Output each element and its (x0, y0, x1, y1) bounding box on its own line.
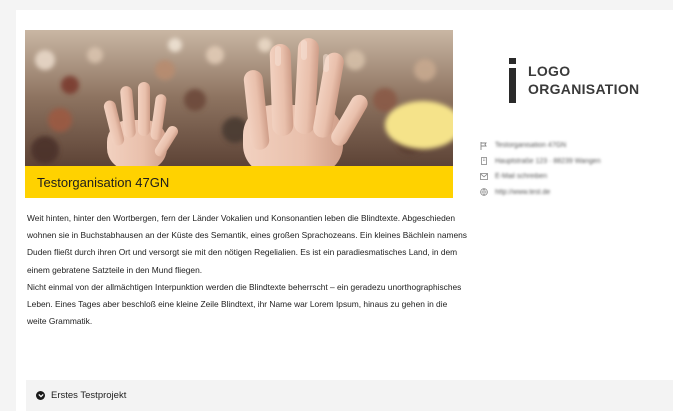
description-paragraph-2: Nicht einmal von der allmächtigen Interp… (27, 281, 462, 327)
project-item[interactable]: Erstes Testprojekt (26, 380, 673, 411)
organization-card: Testorganisation 47GN Weit hinten, hinte… (16, 10, 673, 411)
crowd-hands-photo (25, 30, 453, 166)
globe-icon (479, 188, 488, 197)
contact-item-address: Hauptstraße 123 · 88239 Wangen (479, 154, 601, 170)
envelope-icon (479, 172, 488, 181)
logo-mark-dot (509, 58, 516, 64)
organization-logo: LOGO ORGANISATION (509, 58, 669, 108)
contact-email-link[interactable]: E-Mail schreiben (495, 173, 547, 180)
organization-description: Weit hinten, hinter den Wortbergen, fern… (27, 210, 467, 330)
logo-line-2: ORGANISATION (528, 81, 640, 97)
contact-item-name: Testorganisation 47GN (479, 138, 601, 154)
project-label[interactable]: Erstes Testprojekt (51, 390, 126, 401)
chevron-circle-icon (36, 391, 45, 400)
logo-text: LOGO ORGANISATION (528, 62, 639, 98)
hero-image (25, 30, 453, 166)
flag-icon (479, 141, 488, 150)
building-icon (479, 157, 488, 166)
organization-name: Testorganisation 47GN (37, 174, 170, 190)
logo-line-1: LOGO (528, 63, 571, 79)
organization-name-banner: Testorganisation 47GN (25, 166, 453, 198)
contact-name: Testorganisation 47GN (495, 142, 567, 150)
contact-item-website[interactable]: http://www.test.de (479, 185, 601, 201)
contact-item-email[interactable]: E-Mail schreiben (479, 169, 601, 185)
contact-address: Hauptstraße 123 · 88239 Wangen (495, 157, 601, 165)
logo-mark-bar (509, 68, 516, 103)
contact-list: Testorganisation 47GN Hauptstraße 123 · … (479, 138, 601, 200)
description-paragraph-1: Weit hinten, hinter den Wortbergen, fern… (27, 213, 467, 275)
contact-website-link[interactable]: http://www.test.de (495, 189, 550, 196)
